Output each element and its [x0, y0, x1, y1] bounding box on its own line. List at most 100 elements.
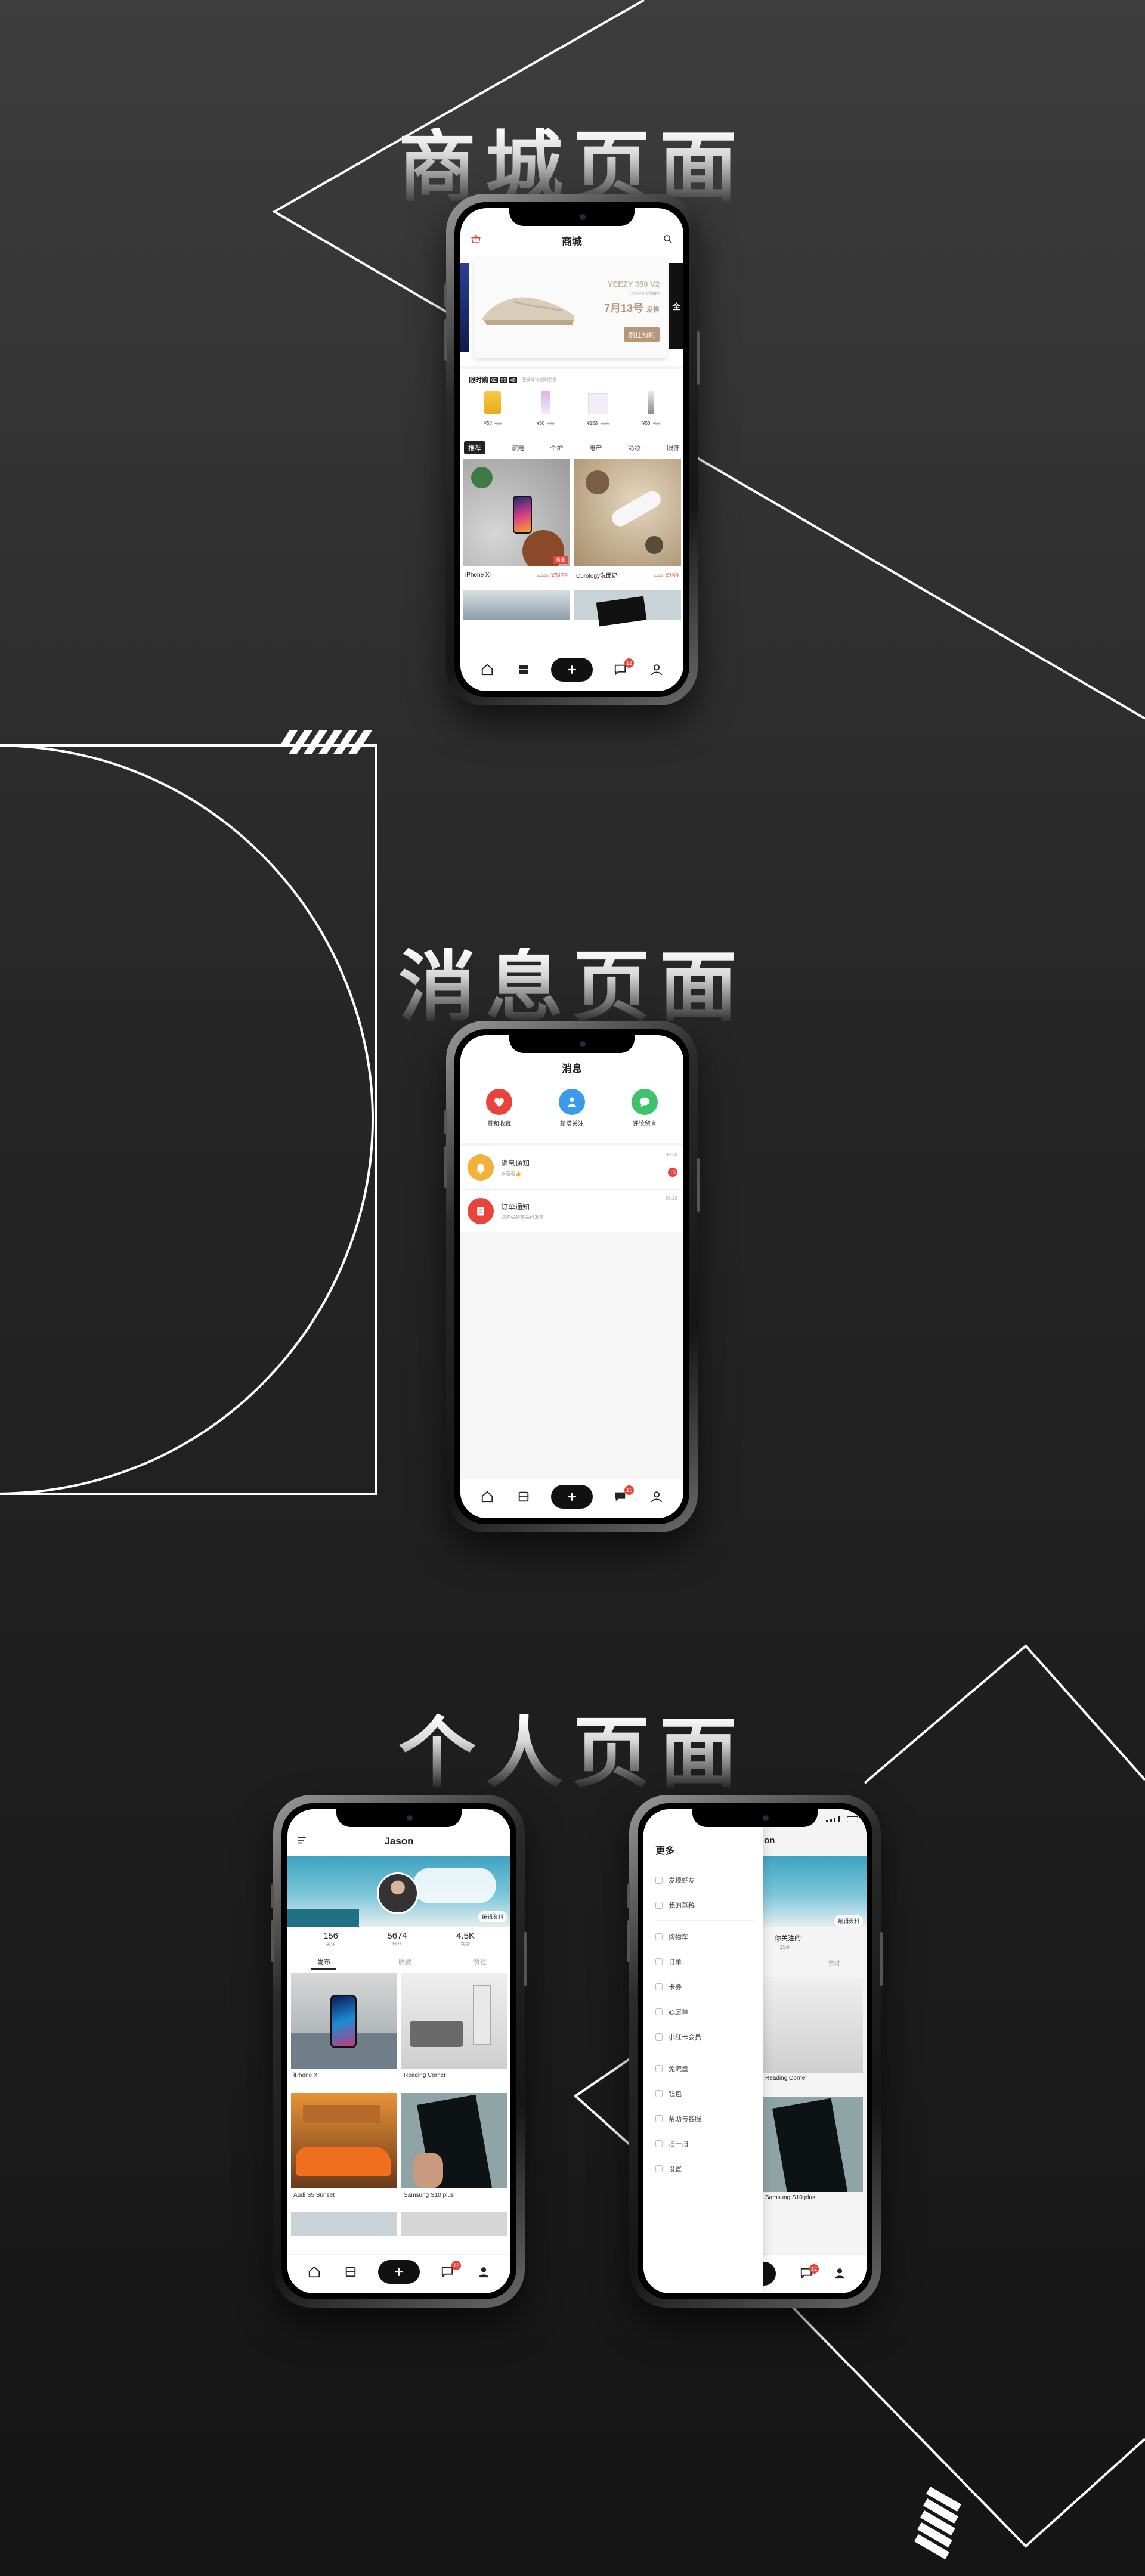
- item-subtitle: 您购买的商品已发货: [501, 1214, 544, 1220]
- chat-icon[interactable]: 12: [800, 2264, 819, 2283]
- tab-saved[interactable]: 收藏: [398, 1957, 411, 1970]
- stat-label: 获赞: [460, 1942, 471, 1947]
- drawer-item[interactable]: 心愿单: [655, 1999, 763, 2024]
- flash-sale-more[interactable]: 更多好物 限时特惠: [522, 377, 557, 383]
- release-date: 7月13号: [604, 302, 643, 314]
- phone-profile: Jason 编辑资料 156 关注 5674 粉丝 4.5K 获赞 发布 收藏 赞过: [271, 1795, 527, 2308]
- drawer-item[interactable]: 免流量: [655, 2056, 763, 2081]
- flash-old-price: ¥45: [547, 422, 555, 426]
- profile-screen: Jason 编辑资料 156 关注 5674 粉丝 4.5K 获赞 发布 收藏 赞过: [287, 1809, 510, 2293]
- drawer-item[interactable]: 卡券: [655, 1974, 763, 1999]
- tab-liked[interactable]: 赞过: [828, 1958, 840, 1967]
- post-caption: Audi S5 Sunset: [293, 2192, 335, 2199]
- item-time: 08:20: [665, 1196, 677, 1201]
- category-tab[interactable]: 电产: [589, 443, 602, 453]
- category-tab[interactable]: 服饰: [667, 443, 680, 453]
- tab-shop[interactable]: [342, 2263, 360, 2281]
- profile-cover: 编辑资料: [287, 1856, 510, 1927]
- category-tab[interactable]: 个护: [550, 443, 563, 453]
- shop-screen: 商城 YEEZY 350 V2 Cream/White 7月13号 发售 前往预…: [460, 208, 683, 691]
- product-card[interactable]: Curology洗面奶 ¥199 ¥169: [574, 459, 681, 587]
- item-subtitle: 来看看👍: [501, 1171, 521, 1176]
- store-icon: [519, 665, 528, 674]
- flash-item[interactable]: ¥59 ¥99: [630, 388, 672, 428]
- drawer-item[interactable]: 设置: [655, 2156, 763, 2181]
- edit-profile-button[interactable]: 编辑资料: [834, 1915, 863, 1927]
- category-tab[interactable]: 彩妆: [628, 443, 641, 453]
- drawer-item[interactable]: 订单: [655, 1949, 763, 1974]
- post-button[interactable]: [550, 657, 593, 682]
- drawer-item[interactable]: 帮助与客服: [655, 2106, 763, 2131]
- drawer-item[interactable]: 购物车: [655, 1924, 763, 1949]
- product-card-partial[interactable]: [463, 590, 570, 620]
- list-item[interactable]: 订单通知 您购买的商品已发货 08:20: [460, 1189, 683, 1232]
- flash-item[interactable]: ¥59 ¥99: [472, 388, 513, 428]
- menu-item-icon: [655, 2165, 663, 2172]
- stat-likes[interactable]: 4.5K 获赞: [456, 1931, 475, 1948]
- stat-followers[interactable]: 5674 粉丝: [387, 1931, 407, 1948]
- plus-icon: [568, 1492, 576, 1501]
- quick-likes[interactable]: 赞和收藏: [472, 1089, 526, 1128]
- drawer-item[interactable]: 钱包: [655, 2081, 763, 2106]
- tab-home[interactable]: [305, 2263, 323, 2281]
- tab-shop[interactable]: [515, 1488, 533, 1506]
- tab-messages[interactable]: 15: [611, 1485, 635, 1506]
- side-drawer: 更多 发现好友 我的草稿购物车 订单 卡券 心愿单 小红卡会员免流量 钱包 帮助与客服 扫一扫设…: [643, 1809, 763, 2293]
- category-tab[interactable]: 家电: [511, 443, 524, 453]
- message-badge: 15: [624, 1485, 635, 1495]
- tab-profile[interactable]: [648, 661, 666, 679]
- avatar[interactable]: [377, 1872, 419, 1914]
- drawer-item[interactable]: 小红卡会员: [655, 2024, 763, 2049]
- edit-profile-button[interactable]: 编辑资料: [478, 1911, 507, 1922]
- notch: [509, 208, 635, 226]
- tab-profile[interactable]: [648, 1488, 666, 1506]
- post-card-partial[interactable]: [401, 2212, 507, 2236]
- tab-profile[interactable]: [475, 2263, 493, 2281]
- tab-home[interactable]: [478, 1488, 496, 1506]
- reserve-button[interactable]: 前往预约: [624, 327, 660, 342]
- drawer-title: 更多: [655, 1846, 675, 1856]
- tab-messages[interactable]: 12: [611, 658, 635, 679]
- post-button[interactable]: [550, 1484, 593, 1509]
- post-card[interactable]: Samsung S10 plus: [401, 2093, 507, 2202]
- side-label: 全: [672, 302, 680, 311]
- tab-home[interactable]: [478, 661, 496, 679]
- bell-icon: [468, 1154, 494, 1181]
- banner-side-card[interactable]: 全: [669, 263, 683, 349]
- post-caption: Reading Corner: [765, 2075, 807, 2082]
- list-item[interactable]: 消息通知 来看看👍 09:30 15: [460, 1143, 683, 1189]
- page-title: 商城: [562, 236, 582, 247]
- drawer-item[interactable]: 我的草稿: [655, 1893, 763, 1918]
- stat-following[interactable]: 156 关注: [323, 1931, 338, 1948]
- product-name: iPhone Xr: [465, 571, 491, 578]
- post-card[interactable]: Reading Corner: [401, 1973, 507, 2082]
- drawer-item[interactable]: 扫一扫: [655, 2131, 763, 2156]
- clipboard-icon: [468, 1197, 494, 1224]
- tab-posts[interactable]: 发布: [311, 1957, 336, 1970]
- tab-shop[interactable]: [515, 661, 533, 679]
- notch: [509, 1035, 635, 1053]
- product-image: [574, 459, 681, 566]
- plus-icon: [395, 2267, 403, 2276]
- tab-liked[interactable]: 赞过: [474, 1957, 487, 1970]
- promo-banner[interactable]: YEEZY 350 V2 Cream/White 7月13号 发售 前往预约 全: [460, 257, 683, 358]
- post-button[interactable]: [377, 2259, 420, 2284]
- tab-messages[interactable]: 12: [438, 2260, 462, 2281]
- user-icon[interactable]: [833, 2267, 846, 2283]
- lotion-image: [540, 391, 550, 414]
- drawer-item[interactable]: 发现好友: [655, 1868, 763, 1893]
- search-icon[interactable]: [661, 232, 675, 246]
- quick-follows[interactable]: 新增关注: [545, 1089, 599, 1128]
- flash-item[interactable]: ¥30 ¥45: [525, 388, 567, 428]
- post-card[interactable]: Audi S5 Sunset: [291, 2093, 397, 2202]
- menu-item-icon: [655, 2008, 663, 2015]
- category-tab[interactable]: 推荐: [464, 441, 485, 454]
- product-card[interactable]: 新品 iPhone Xr ¥5999 ¥5199: [463, 459, 570, 587]
- plus-icon: [568, 665, 576, 674]
- product-card-partial[interactable]: [574, 590, 681, 627]
- flash-item[interactable]: ¥153 ¥199: [577, 388, 619, 428]
- bottle-image: [484, 391, 502, 414]
- post-card-partial[interactable]: [291, 2212, 397, 2236]
- post-card[interactable]: iPhone X: [291, 1973, 397, 2082]
- quick-comments[interactable]: 评论留言: [618, 1089, 671, 1128]
